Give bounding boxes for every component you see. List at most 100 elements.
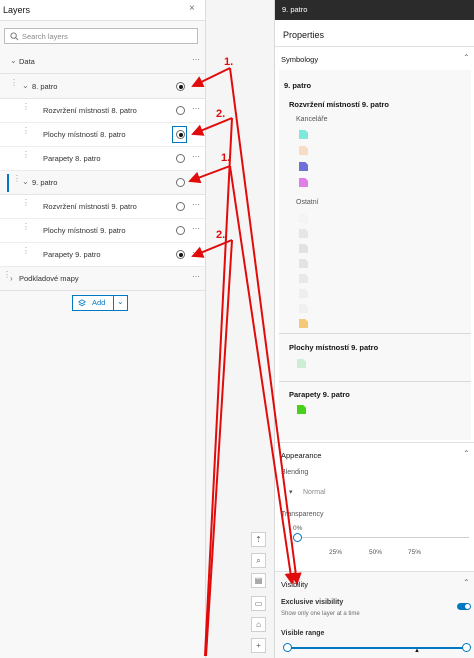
visibility-title[interactable]: Visibility bbox=[281, 580, 308, 589]
search-input[interactable]: Search layers bbox=[4, 28, 198, 44]
print-icon[interactable]: ▤ bbox=[251, 573, 266, 588]
plochy-color-swatch bbox=[297, 359, 306, 368]
chevron-up-icon[interactable]: ⌃ bbox=[463, 53, 470, 62]
group-data[interactable]: ⌄ Data ··· bbox=[0, 50, 205, 74]
drag-handle-icon[interactable]: ⋮ bbox=[22, 151, 30, 164]
layer-row[interactable]: ⋮ Rozvržení místností 8. patro ··· bbox=[0, 99, 205, 123]
layer-row[interactable]: ⋮ Rozvržení místností 9. patro ··· bbox=[0, 195, 205, 219]
layer-label: Plochy místností 9. patro bbox=[43, 226, 126, 235]
tick-label: 25% bbox=[329, 549, 343, 556]
chevron-down-icon[interactable]: ⌄ bbox=[117, 297, 124, 306]
layer-label: Parapety 9. patro bbox=[43, 250, 101, 259]
more-options-icon[interactable]: ··· bbox=[192, 104, 200, 113]
drag-handle-icon[interactable]: ⋮ bbox=[13, 175, 21, 188]
visibility-radio[interactable] bbox=[176, 106, 185, 115]
ostatni-swatch bbox=[299, 244, 308, 253]
add-button-group: Add ⌄ bbox=[72, 295, 128, 311]
home-icon[interactable]: ⌂ bbox=[251, 617, 266, 632]
visible-range-label: Visible range bbox=[281, 630, 325, 637]
drag-handle-icon[interactable]: ⋮ bbox=[22, 247, 30, 260]
visible-range-max-thumb[interactable] bbox=[462, 643, 471, 652]
arrow-two-b-down bbox=[205, 239, 233, 657]
transparency-thumb[interactable] bbox=[293, 533, 302, 542]
split-divider bbox=[113, 296, 114, 310]
more-options-icon[interactable]: ··· bbox=[192, 80, 200, 89]
parapety-color-swatch bbox=[297, 405, 306, 414]
layer-label: Parapety 8. patro bbox=[43, 154, 101, 163]
visibility-radio[interactable] bbox=[176, 202, 185, 211]
kancelare-swatch bbox=[299, 178, 308, 187]
chevron-down-icon[interactable]: ⌄ bbox=[22, 81, 29, 90]
chevron-down-icon[interactable]: ⌄ bbox=[22, 177, 29, 186]
symbology-layer-title: 9. patro bbox=[284, 81, 312, 90]
visibility-radio[interactable] bbox=[176, 82, 185, 91]
visibility-radio[interactable] bbox=[176, 250, 185, 259]
blending-select-value[interactable]: Normal bbox=[303, 489, 326, 496]
ostatni-swatch bbox=[299, 229, 308, 238]
group-data-label: Data bbox=[19, 57, 35, 66]
chevron-up-icon[interactable]: ⌃ bbox=[463, 449, 470, 458]
transparency-label: Transparency bbox=[281, 511, 324, 518]
compass-icon[interactable]: ⇡ bbox=[251, 532, 266, 547]
layer-row[interactable]: ⋮ Parapety 8. patro ··· bbox=[0, 147, 205, 171]
drag-handle-icon[interactable]: ⋮ bbox=[22, 127, 30, 140]
appearance-title[interactable]: Appearance bbox=[281, 451, 321, 460]
layer-label: Rozvržení místností 8. patro bbox=[43, 106, 137, 115]
drag-handle-icon[interactable]: ⋮ bbox=[3, 271, 11, 284]
blending-label: Blending bbox=[281, 469, 309, 476]
range-marker-icon: ▲ bbox=[414, 648, 420, 654]
add-button[interactable]: Add bbox=[73, 296, 113, 310]
drag-handle-icon[interactable]: ⋮ bbox=[22, 199, 30, 212]
add-label: Add bbox=[92, 298, 106, 307]
kancelare-label: Kanceláře bbox=[296, 116, 328, 123]
more-options-icon[interactable]: ··· bbox=[192, 128, 200, 137]
symbology-group-title: Rozvržení místností 9. patro bbox=[289, 100, 390, 109]
properties-panel: 9. patro Properties Symbology ⌃ 9. patro… bbox=[274, 0, 474, 658]
search-icon[interactable]: ⌕ bbox=[251, 553, 266, 568]
drag-handle-icon[interactable]: ⋮ bbox=[22, 223, 30, 236]
caret-down-icon[interactable]: ▾ bbox=[289, 488, 293, 496]
transparency-track[interactable] bbox=[297, 537, 469, 538]
monitor-icon[interactable]: ▭ bbox=[251, 596, 266, 611]
visible-range-track[interactable] bbox=[287, 647, 467, 649]
annotation-label-one: 1. bbox=[224, 56, 233, 68]
visible-range-min-thumb[interactable] bbox=[283, 643, 292, 652]
visibility-radio[interactable] bbox=[176, 154, 185, 163]
visibility-radio[interactable] bbox=[176, 226, 185, 235]
arrow-two-down bbox=[204, 117, 233, 657]
group-basemaps[interactable]: ⋮ › Podkladové mapy ··· bbox=[0, 267, 205, 291]
chevron-up-icon[interactable]: ⌃ bbox=[463, 578, 470, 587]
annotation-label-one: 1. bbox=[221, 152, 230, 164]
visibility-radio[interactable] bbox=[176, 178, 185, 187]
more-options-icon[interactable]: ··· bbox=[192, 176, 200, 185]
toggle-knob bbox=[465, 604, 470, 609]
plochy-title: Plochy místností 9. patro bbox=[289, 343, 379, 352]
drag-handle-icon[interactable]: ⋮ bbox=[22, 103, 30, 116]
zoom-in-icon[interactable]: + bbox=[251, 638, 266, 653]
close-icon[interactable]: × bbox=[189, 3, 195, 14]
search-icon bbox=[10, 32, 19, 41]
symbology-title[interactable]: Symbology bbox=[281, 55, 318, 64]
visibility-radio[interactable] bbox=[176, 130, 185, 139]
kancelare-swatch bbox=[299, 130, 308, 139]
layer-row-8-patro[interactable]: ⋮ ⌄ 8. patro ··· bbox=[0, 75, 205, 99]
more-options-icon[interactable]: ··· bbox=[192, 224, 200, 233]
layer-row[interactable]: ⋮ Plochy místností 9. patro ··· bbox=[0, 219, 205, 243]
more-options-icon[interactable]: ··· bbox=[192, 200, 200, 209]
layer-row[interactable]: ⋮ Plochy místností 8. patro ··· bbox=[0, 123, 205, 147]
layers-header: Layers × bbox=[0, 0, 205, 21]
layers-panel: Layers × Search layers ⌄ Data ··· ⋮ ⌄ 8.… bbox=[0, 0, 206, 658]
annotation-label-two: 2. bbox=[216, 108, 225, 120]
layer-row-9-patro[interactable]: ⋮ ⌄ 9. patro ··· bbox=[0, 171, 205, 195]
exclusive-visibility-toggle[interactable] bbox=[457, 603, 471, 610]
more-options-icon[interactable]: ··· bbox=[192, 152, 200, 161]
more-options-icon[interactable]: ··· bbox=[192, 248, 200, 257]
chevron-right-icon[interactable]: › bbox=[10, 274, 13, 283]
more-options-icon[interactable]: ··· bbox=[192, 272, 200, 281]
layer-row[interactable]: ⋮ Parapety 9. patro ··· bbox=[0, 243, 205, 267]
chevron-down-icon[interactable]: ⌄ bbox=[10, 56, 17, 65]
drag-handle-icon[interactable]: ⋮ bbox=[10, 79, 18, 92]
more-options-icon[interactable]: ··· bbox=[192, 55, 200, 64]
properties-title: Properties bbox=[283, 30, 325, 40]
ostatni-swatch bbox=[299, 259, 308, 268]
